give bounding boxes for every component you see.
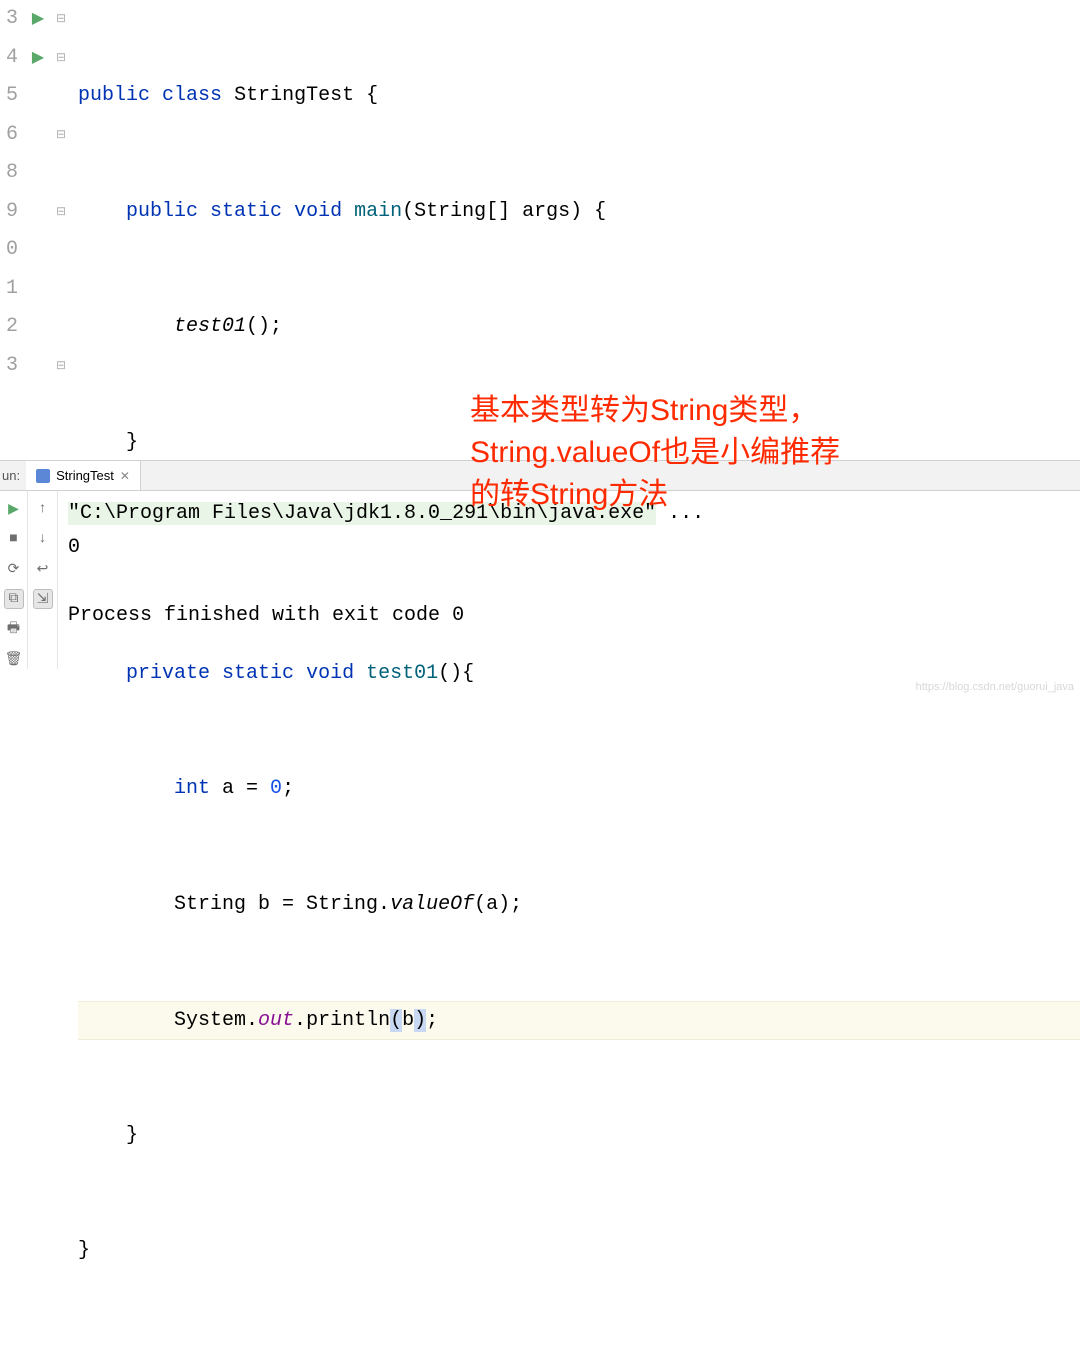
run-label: un: [0,468,26,483]
console-output[interactable]: "C:\Program Files\Java\jdk1.8.0_291\bin\… [58,491,1080,669]
fold-close-icon[interactable]: ⊟ [56,116,66,155]
command-line: "C:\Program Files\Java\jdk1.8.0_291\bin\… [68,502,656,525]
restart-icon[interactable]: ⟳ [4,559,24,579]
down-icon[interactable]: ↓ [33,529,53,549]
trash-icon[interactable]: 🗑 [4,649,24,669]
fold-gutter: ⊟ ⊟ ⊟ ⊟ ⊟ [52,0,70,460]
soft-wrap-icon[interactable]: ↩ [33,559,53,579]
run-tool-window: un: StringTest ✕ ▶ ■ ⟳ ⧉ 🖶 🗑 ↑ ↓ ↩ ⇲ "C:… [0,460,1080,669]
fold-open-icon[interactable]: ⊟ [56,39,66,78]
scroll-to-end-icon[interactable]: ⇲ [33,589,53,609]
line-number-gutter: 3 4 5 6 8 9 0 1 2 3 [0,0,24,460]
run-toolbar-left: ▶ ■ ⟳ ⧉ 🖶 🗑 [0,491,28,669]
fold-open-icon[interactable]: ⊟ [56,0,66,39]
app-icon [36,469,50,483]
layout-icon[interactable]: ⧉ [4,589,24,609]
fold-open-icon[interactable]: ⊟ [56,193,66,232]
run-toolbar-main: ↑ ↓ ↩ ⇲ [28,491,58,669]
code-area[interactable]: public class StringTest { public static … [70,0,1080,460]
print-icon[interactable]: 🖶 [4,619,24,639]
stop-icon[interactable]: ■ [4,529,24,549]
watermark: https://blog.csdn.net/guorui_java [916,681,1074,693]
up-icon[interactable]: ↑ [33,499,53,519]
stdout-line: 0 [68,536,80,559]
exit-line: Process finished with exit code 0 [68,604,464,627]
run-tab[interactable]: StringTest ✕ [26,461,141,490]
rerun-icon[interactable]: ▶ [4,499,24,519]
run-line-icon[interactable]: ▶ [24,39,52,78]
close-icon[interactable]: ✕ [120,469,130,483]
fold-close-icon[interactable]: ⊟ [56,347,66,386]
run-tab-title: StringTest [56,468,114,483]
run-gutter: ▶ ▶ [24,0,52,460]
run-line-icon[interactable]: ▶ [24,0,52,39]
code-editor[interactable]: 3 4 5 6 8 9 0 1 2 3 ▶ ▶ ⊟ ⊟ ⊟ ⊟ ⊟ public… [0,0,1080,460]
